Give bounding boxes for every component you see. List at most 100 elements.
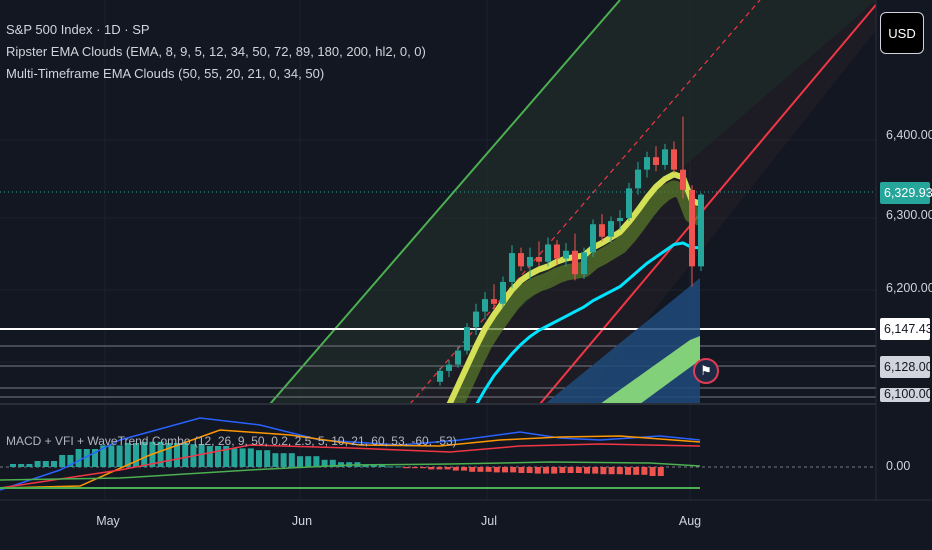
histogram-bar bbox=[600, 467, 607, 475]
histogram-bar bbox=[215, 446, 221, 467]
candle-body[interactable] bbox=[689, 189, 695, 267]
currency-button[interactable]: USD bbox=[880, 12, 924, 54]
x-tick-aug: Aug bbox=[678, 514, 702, 528]
histogram-bar bbox=[461, 467, 467, 471]
histogram-bar bbox=[608, 467, 615, 475]
candle-body[interactable] bbox=[509, 253, 515, 282]
price-chart[interactable] bbox=[0, 0, 932, 550]
x-tick-jul: Jul bbox=[481, 514, 497, 528]
histogram-bar bbox=[420, 467, 426, 469]
histogram-bar bbox=[657, 467, 664, 476]
us-flag-event-icon[interactable]: ⚑ bbox=[693, 358, 719, 384]
candle-body[interactable] bbox=[455, 350, 461, 365]
candle-body[interactable] bbox=[491, 299, 497, 304]
histogram-bar bbox=[551, 467, 558, 474]
histogram-bar bbox=[592, 467, 599, 474]
histogram-bar bbox=[256, 450, 262, 467]
candle-body[interactable] bbox=[464, 327, 470, 351]
histogram-bar bbox=[526, 467, 533, 473]
candle-body[interactable] bbox=[608, 221, 614, 237]
histogram-bar bbox=[387, 466, 394, 468]
histogram-bar bbox=[42, 461, 49, 467]
candle-body[interactable] bbox=[563, 250, 569, 259]
histogram-bar bbox=[239, 448, 246, 467]
candle-body[interactable] bbox=[581, 252, 587, 275]
histogram-bar bbox=[444, 467, 451, 470]
histogram-bar bbox=[436, 467, 443, 470]
histogram-bar bbox=[231, 448, 238, 467]
indicator-legend-mtf[interactable]: Multi-Timeframe EMA Clouds (50, 55, 20, … bbox=[6, 66, 324, 82]
histogram-bar bbox=[305, 456, 312, 467]
histogram-bar bbox=[18, 464, 25, 467]
histogram-bar bbox=[559, 467, 566, 473]
candle-body[interactable] bbox=[590, 224, 596, 253]
symbol-title[interactable]: S&P 500 Index · 1D · SP bbox=[6, 22, 150, 38]
candle-body[interactable] bbox=[653, 157, 659, 165]
last-price-tag: 6,329.93 bbox=[880, 182, 932, 204]
histogram-bar bbox=[567, 467, 574, 473]
histogram-bar bbox=[297, 456, 303, 467]
histogram-bar bbox=[313, 456, 320, 467]
histogram-bar bbox=[59, 455, 66, 467]
candle-body[interactable] bbox=[437, 370, 443, 382]
histogram-bar bbox=[75, 449, 82, 467]
candle-body[interactable] bbox=[662, 149, 668, 165]
histogram-bar bbox=[493, 467, 500, 473]
y-tick-6300: 6,300.00 bbox=[886, 208, 932, 222]
candle-body[interactable] bbox=[626, 188, 632, 218]
histogram-bar bbox=[469, 467, 476, 472]
candle-body[interactable] bbox=[545, 244, 551, 262]
indicator-legend-ripster[interactable]: Ripster EMA Clouds (EMA, 8, 9, 5, 12, 34… bbox=[6, 44, 426, 60]
candle-body[interactable] bbox=[671, 149, 677, 170]
level-tag-6100: 6,100.00 bbox=[880, 388, 930, 402]
candle-body[interactable] bbox=[572, 250, 578, 275]
histogram-bar bbox=[510, 467, 517, 473]
candle-body[interactable] bbox=[527, 257, 533, 267]
histogram-bar bbox=[395, 466, 402, 468]
candle-body[interactable] bbox=[617, 218, 623, 222]
histogram-bar bbox=[206, 446, 213, 467]
candle-body[interactable] bbox=[482, 299, 488, 312]
histogram-bar bbox=[272, 453, 279, 467]
histogram-bar bbox=[411, 467, 418, 469]
osc-zero-label: 0.00 bbox=[886, 459, 911, 473]
candle-body[interactable] bbox=[446, 364, 452, 371]
level-price-tag: 6,147.43 bbox=[880, 318, 932, 340]
histogram-bar bbox=[34, 461, 41, 467]
histogram-bar bbox=[116, 445, 123, 467]
candle-body[interactable] bbox=[554, 244, 560, 259]
y-tick-6400: 6,400.00 bbox=[886, 128, 932, 142]
histogram-bar bbox=[264, 450, 271, 467]
histogram-bar bbox=[477, 467, 484, 472]
histogram-bar bbox=[616, 467, 623, 475]
candle-body[interactable] bbox=[518, 253, 524, 267]
histogram-bar bbox=[625, 467, 631, 475]
candle-body[interactable] bbox=[698, 194, 704, 267]
candle-body[interactable] bbox=[635, 169, 641, 189]
candle-body[interactable] bbox=[599, 224, 605, 237]
candle-body[interactable] bbox=[536, 257, 542, 262]
candle-body[interactable] bbox=[680, 169, 686, 190]
histogram-bar bbox=[452, 467, 459, 471]
candle-body[interactable] bbox=[500, 281, 506, 304]
candle-body[interactable] bbox=[473, 311, 479, 328]
histogram-bar bbox=[641, 467, 648, 475]
histogram-bar bbox=[403, 467, 410, 469]
histogram-bar bbox=[247, 448, 254, 467]
histogram-bar bbox=[543, 467, 549, 474]
y-tick-6200: 6,200.00 bbox=[886, 281, 932, 295]
histogram-bar bbox=[649, 467, 656, 476]
histogram-bar bbox=[108, 445, 115, 467]
histogram-bar bbox=[26, 464, 33, 467]
histogram-bar bbox=[518, 467, 525, 473]
level-tag-6128: 6,128.00 bbox=[880, 356, 932, 378]
histogram-bar bbox=[10, 464, 16, 467]
histogram-bar bbox=[502, 467, 508, 473]
histogram-bar bbox=[485, 467, 492, 472]
candle-body[interactable] bbox=[644, 157, 650, 170]
histogram-bar bbox=[575, 467, 582, 473]
histogram-bar bbox=[633, 467, 640, 475]
indicator-legend-macd[interactable]: MACD + VFI + WaveTrend Combo (12, 26, 9,… bbox=[6, 434, 457, 448]
histogram-bar bbox=[428, 467, 435, 470]
histogram-bar bbox=[584, 467, 590, 474]
